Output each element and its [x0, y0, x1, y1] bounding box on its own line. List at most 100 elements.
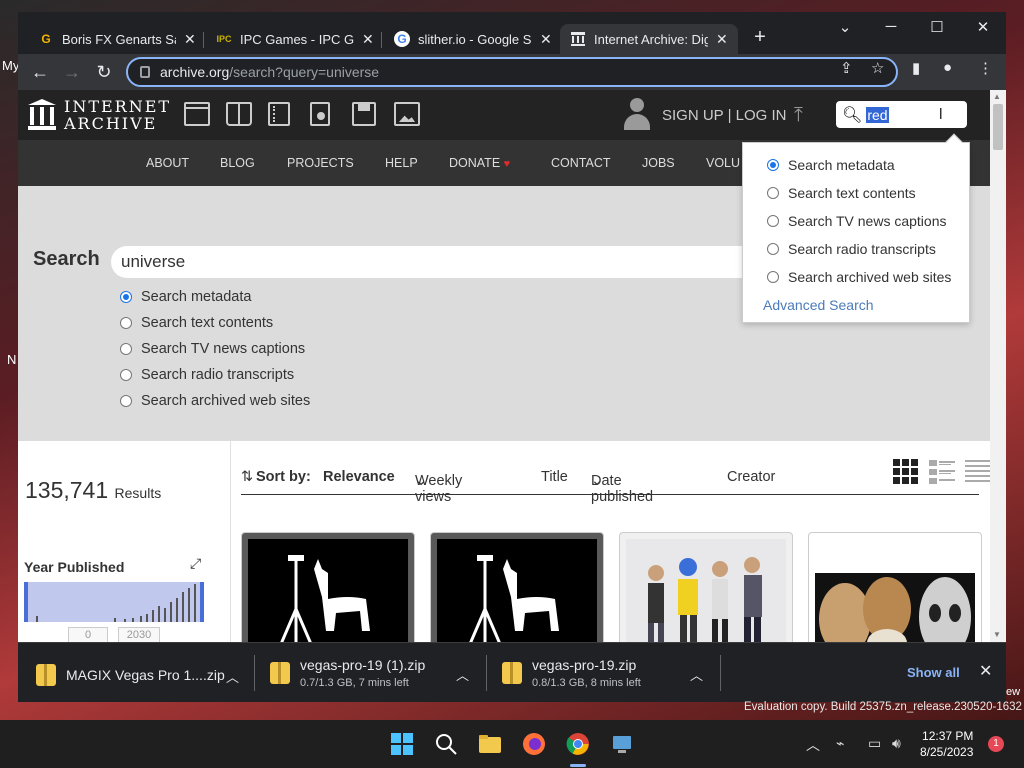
search-option-text[interactable]: Search text contents [120, 315, 273, 331]
windows-start-icon[interactable] [390, 732, 414, 756]
popup-option-tv[interactable]: Search TV news captions [767, 213, 947, 229]
radio-button[interactable] [120, 317, 132, 329]
radio-button[interactable] [120, 343, 132, 355]
address-bar[interactable]: archive.org/search?query=universe [126, 57, 898, 87]
nav-about[interactable]: ABOUT [146, 156, 189, 170]
firefox-icon[interactable] [522, 732, 546, 756]
back-icon[interactable]: ← [28, 60, 52, 84]
search-heading: Search [33, 248, 100, 270]
close-icon[interactable]: ✕ [540, 31, 552, 48]
search-option-web[interactable]: Search archived web sites [120, 393, 310, 409]
sort-creator[interactable]: Creator [727, 469, 775, 485]
grid-view-icon[interactable] [893, 459, 919, 485]
close-icon[interactable]: ✕ [716, 31, 728, 48]
profile-icon[interactable]: ● [943, 59, 952, 76]
tab-internet-archive[interactable]: Internet Archive: Digital Library ✕ [560, 24, 738, 54]
search-option-radio[interactable]: Search radio transcripts [120, 367, 294, 383]
nav-volunteer[interactable]: VOLU [706, 156, 740, 170]
popup-option-text[interactable]: Search text contents [767, 185, 916, 201]
chevron-up-icon[interactable]: ︿ [806, 735, 820, 755]
nav-jobs[interactable]: JOBS [642, 156, 675, 170]
expand-icon[interactable]: ⤢ [190, 555, 201, 572]
clock[interactable]: 12:37 PM 8/25/2023 [920, 728, 973, 760]
popup-option-radio[interactable]: Search radio transcripts [767, 241, 936, 257]
nav-help[interactable]: HELP [385, 156, 418, 170]
side-panel-icon[interactable]: ▮ [912, 59, 920, 77]
maximize-icon[interactable]: ☐ [922, 18, 952, 36]
chevron-up-icon[interactable]: ︿ [226, 667, 239, 686]
close-window-icon[interactable]: ✕ [968, 18, 998, 36]
chrome-icon[interactable] [566, 732, 590, 756]
popup-option-metadata[interactable]: Search metadata [767, 157, 895, 173]
radio-button[interactable] [767, 187, 779, 199]
share-icon[interactable]: ⇪ [840, 59, 853, 77]
tab-slither-google[interactable]: G slither.io - Google Search ✕ [384, 24, 562, 54]
advanced-search-link[interactable]: Advanced Search [763, 297, 874, 313]
bookmark-star-icon[interactable]: ☆ [871, 59, 884, 77]
display-icon[interactable]: ▭ [868, 735, 881, 752]
new-tab-button[interactable]: + [748, 26, 772, 49]
chevron-up-icon[interactable]: ︿ [456, 665, 469, 684]
audio-icon[interactable] [310, 102, 330, 126]
close-icon[interactable]: ✕ [362, 31, 374, 48]
scrollbar-thumb[interactable] [993, 104, 1003, 150]
show-all-downloads-button[interactable]: Show all [907, 665, 960, 680]
tab-boris-fx[interactable]: G Boris FX Genarts Sapphire ✕ [28, 24, 206, 54]
ia-logo[interactable]: INTERNET ARCHIVE [28, 98, 171, 132]
sort-relevance[interactable]: Relevance [323, 469, 395, 485]
url-host: archive.org [160, 64, 230, 80]
popup-option-web[interactable]: Search archived web sites [767, 269, 951, 285]
list-compact-view-icon[interactable] [965, 459, 990, 485]
upload-icon[interactable]: ⤒ [794, 104, 803, 127]
search-option-metadata[interactable]: Search metadata [120, 289, 251, 305]
radio-button[interactable] [120, 291, 132, 303]
user-avatar-icon[interactable] [622, 98, 652, 130]
software-icon[interactable] [352, 102, 376, 126]
radio-button[interactable] [120, 395, 132, 407]
close-icon[interactable]: ✕ [184, 31, 196, 48]
zip-file-icon [270, 662, 290, 684]
list-detail-view-icon[interactable] [929, 459, 955, 485]
remote-desktop-icon[interactable] [610, 732, 634, 756]
texts-icon[interactable] [226, 102, 252, 126]
download-item[interactable]: vegas-pro-19.zip 0.8/1.3 GB, 8 mins left… [502, 653, 722, 693]
search-option-tv[interactable]: Search TV news captions [120, 341, 305, 357]
radio-button[interactable] [767, 215, 779, 227]
header-search-input[interactable]: 🔍︎ red I [836, 101, 967, 128]
tab-ipc-games[interactable]: IPC IPC Games - IPC Games ✕ [206, 24, 384, 54]
radio-button[interactable] [767, 159, 779, 171]
sort-direction-icon[interactable]: ⇅ [241, 469, 253, 485]
search-icon[interactable] [434, 732, 458, 756]
notification-badge[interactable]: 1 [988, 736, 1004, 752]
menu-dots-icon[interactable]: ⋮ [978, 59, 993, 77]
close-downloads-icon[interactable]: ✕ [979, 661, 992, 681]
download-item[interactable]: vegas-pro-19 (1).zip 0.7/1.3 GB, 7 mins … [270, 653, 490, 693]
radio-button[interactable] [767, 243, 779, 255]
chevron-up-icon[interactable]: ︿ [690, 665, 703, 684]
download-item[interactable]: MAGIX Vegas Pro 1....zip ︿ [36, 655, 246, 695]
signup-login-link[interactable]: SIGN UP | LOG IN [662, 107, 786, 124]
reload-icon[interactable]: ↻ [92, 60, 116, 84]
radio-button[interactable] [120, 369, 132, 381]
nav-projects[interactable]: PROJECTS [287, 156, 354, 170]
nav-blog[interactable]: BLOG [220, 156, 255, 170]
sort-title[interactable]: Title [541, 469, 568, 485]
forward-icon[interactable]: → [60, 60, 84, 84]
volume-icon[interactable]: 🔊︎ [892, 735, 901, 752]
web-icon[interactable] [184, 102, 210, 126]
nav-contact[interactable]: CONTACT [551, 156, 611, 170]
url-path: /search?query=universe [229, 64, 380, 80]
main-search-input[interactable]: universe [111, 246, 751, 278]
minimize-icon[interactable]: ─ [876, 18, 906, 35]
tab-favicon: G [41, 32, 51, 46]
tab-search-chevron-icon[interactable]: ⌄ [830, 18, 860, 36]
video-icon[interactable] [268, 102, 290, 126]
radio-button[interactable] [767, 271, 779, 283]
downloads-bar: MAGIX Vegas Pro 1....zip ︿ vegas-pro-19 … [18, 642, 1006, 702]
images-icon[interactable] [394, 102, 420, 126]
nav-donate[interactable]: DONATE ♥ [449, 156, 510, 170]
file-explorer-icon[interactable] [478, 732, 502, 756]
year-histogram[interactable] [24, 582, 204, 622]
page-scrollbar[interactable]: ▲ ▼ [990, 90, 1006, 642]
network-icon[interactable]: ⌁ [836, 735, 844, 752]
